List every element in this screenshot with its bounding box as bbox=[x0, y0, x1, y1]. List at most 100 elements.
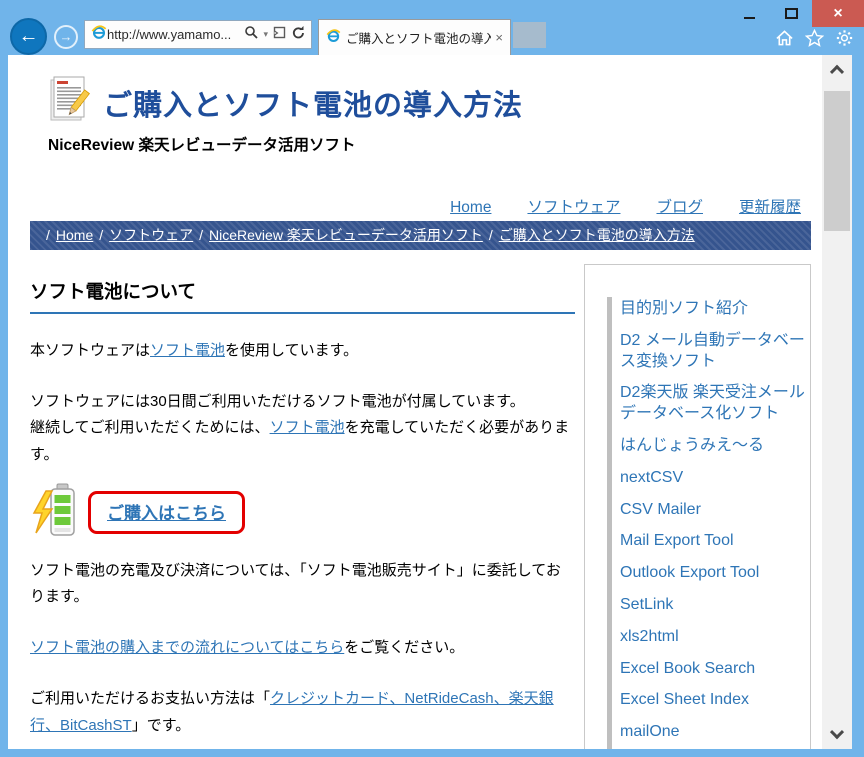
page-title: ご購入とソフト電池の導入方法 bbox=[103, 82, 523, 124]
nav-link[interactable]: 更新履歴 bbox=[739, 199, 801, 216]
refresh-icon[interactable] bbox=[291, 25, 306, 45]
paragraph-flow: ソフト電池の購入までの流れについてはこちらをご覧ください。 bbox=[30, 635, 575, 662]
minimize-icon bbox=[744, 17, 755, 19]
main-content: ソフト電池について 本ソフトウェアはソフト電池を使用しています。 ソフトウェアに… bbox=[30, 264, 575, 749]
sidebar-link[interactable]: 目的別ソフト紹介 bbox=[620, 300, 748, 317]
soft-battery-link[interactable]: ソフト電池 bbox=[150, 342, 225, 359]
breadcrumb-link[interactable]: Home bbox=[56, 227, 93, 243]
page-scrollbar[interactable] bbox=[822, 55, 852, 749]
sidebar-link[interactable]: mailOne bbox=[620, 723, 680, 740]
forward-arrow-icon: → bbox=[60, 29, 73, 44]
text: 」です。 bbox=[132, 717, 191, 734]
sidebar-item: Outlook Export Tool bbox=[620, 563, 810, 584]
sidebar-item: Mail Export Tool bbox=[620, 531, 810, 552]
maximize-button[interactable] bbox=[770, 0, 812, 27]
site-header: ご購入とソフト電池の導入方法 NiceReview 楽天レビューデータ活用ソフト bbox=[30, 55, 811, 155]
breadcrumb-item: / Home bbox=[40, 227, 93, 243]
ie-icon bbox=[91, 24, 107, 45]
text: 本ソフトウェアは bbox=[30, 342, 150, 359]
sidebar-link-list: 目的別ソフト紹介 D2 メール自動データベース変換ソフト D2楽天版 楽天受注メール… bbox=[607, 297, 810, 749]
sidebar-link[interactable]: D2楽天版 楽天受注メールデータベース化ソフト bbox=[620, 384, 805, 422]
page-subtitle: NiceReview 楽天レビューデータ活用ソフト bbox=[48, 133, 811, 155]
soft-battery-link[interactable]: ソフト電池 bbox=[270, 419, 345, 436]
forward-button[interactable]: → bbox=[54, 25, 78, 49]
sidebar-link[interactable]: D2 メール自動データベース変換ソフト bbox=[620, 332, 805, 370]
text: をご覧ください。 bbox=[344, 639, 464, 656]
nav-link[interactable]: ブログ bbox=[656, 199, 703, 216]
breadcrumb-separator: / bbox=[46, 227, 50, 243]
ie-icon bbox=[326, 28, 341, 48]
sidebar-item: Excel Book Search bbox=[620, 659, 810, 680]
purchase-link[interactable]: ご購入はこちら bbox=[107, 504, 226, 523]
address-bar[interactable]: http://www.yamamo... ▾ bbox=[84, 20, 312, 49]
close-button[interactable]: × bbox=[812, 0, 864, 27]
paragraph-uses-battery: 本ソフトウェアはソフト電池を使用しています。 bbox=[30, 338, 575, 365]
tab-close-icon[interactable]: × bbox=[495, 30, 503, 45]
text: 継続してご利用いただくためには、 bbox=[30, 419, 270, 436]
window-controls: × bbox=[728, 0, 864, 27]
browser-toolbar bbox=[775, 29, 854, 47]
new-tab-button[interactable] bbox=[513, 22, 546, 48]
sidebar-item: D2楽天版 楽天受注メールデータベース化ソフト bbox=[620, 383, 810, 425]
breadcrumb-item: / ソフトウェア bbox=[93, 227, 193, 243]
back-arrow-icon: ← bbox=[19, 25, 39, 47]
sidebar-item: D2 メール自動データベース変換ソフト bbox=[620, 331, 810, 373]
breadcrumb-separator: / bbox=[489, 227, 493, 243]
battery-charge-icon bbox=[30, 481, 82, 544]
breadcrumb-separator: / bbox=[199, 227, 203, 243]
url-text[interactable]: http://www.yamamo... bbox=[107, 27, 244, 42]
sidebar-link[interactable]: Outlook Export Tool bbox=[620, 564, 759, 581]
scroll-down-button[interactable] bbox=[822, 723, 852, 747]
purchase-flow-link[interactable]: ソフト電池の購入までの流れについてはこちら bbox=[30, 639, 344, 656]
purchase-row: ご購入はこちら bbox=[30, 481, 575, 544]
maximize-icon bbox=[785, 8, 798, 19]
paragraph-payment: ご利用いただけるお支払い方法は「クレジットカード、NetRideCash、楽天銀… bbox=[30, 686, 575, 739]
text: ソフトウェアには30日間ご利用いただけるソフト電池が付属しています。 bbox=[30, 393, 525, 410]
sidebar-link[interactable]: SetLink bbox=[620, 596, 673, 613]
text: ご利用いただけるお支払い方法は「 bbox=[30, 690, 270, 707]
back-button[interactable]: ← bbox=[10, 18, 47, 55]
sidebar-link[interactable]: xls2html bbox=[620, 628, 679, 645]
text: を使用しています。 bbox=[225, 342, 358, 359]
home-icon[interactable] bbox=[775, 29, 794, 47]
sidebar-link[interactable]: Excel Book Search bbox=[620, 660, 755, 677]
sidebar-item: mailOne bbox=[620, 722, 810, 743]
sidebar-item: 目的別ソフト紹介 bbox=[620, 299, 810, 320]
minimize-button[interactable] bbox=[728, 0, 770, 27]
breadcrumb-link[interactable]: ご購入とソフト電池の導入方法 bbox=[499, 227, 695, 243]
settings-gear-icon[interactable] bbox=[835, 29, 854, 47]
section-heading-about: ソフト電池について bbox=[30, 278, 575, 314]
breadcrumb-item: / ご購入とソフト電池の導入方法 bbox=[483, 227, 695, 243]
sidebar-item: はんじょうみえ～る bbox=[620, 436, 810, 457]
favorites-star-icon[interactable] bbox=[805, 29, 824, 47]
close-icon: × bbox=[833, 5, 842, 23]
scroll-up-button[interactable] bbox=[822, 57, 852, 81]
chevron-down-icon[interactable]: ▾ bbox=[263, 29, 268, 40]
top-navigation: Home ソフトウェア ブログ 更新履歴 bbox=[30, 195, 811, 217]
sidebar-link[interactable]: Excel Sheet Index bbox=[620, 691, 749, 708]
breadcrumb-separator: / bbox=[99, 227, 103, 243]
compatibility-view-icon[interactable] bbox=[273, 26, 286, 44]
chevron-down-icon bbox=[830, 725, 844, 739]
tab-title: ご購入とソフト電池の導入方... bbox=[346, 28, 491, 47]
browser-tab[interactable]: ご購入とソフト電池の導入方... × bbox=[318, 19, 511, 55]
purchase-highlight-box: ご購入はこちら bbox=[88, 491, 245, 534]
search-icon[interactable] bbox=[244, 25, 258, 44]
nav-link[interactable]: ソフトウェア bbox=[527, 199, 620, 216]
sidebar-link[interactable]: はんじょうみえ～る bbox=[620, 437, 764, 454]
breadcrumb-item: / NiceReview 楽天レビューデータ活用ソフト bbox=[193, 227, 483, 243]
site-logo-icon bbox=[48, 75, 92, 130]
sidebar-item: nextCSV bbox=[620, 468, 810, 489]
nav-link[interactable]: Home bbox=[450, 199, 491, 216]
sidebar: 目的別ソフト紹介 D2 メール自動データベース変換ソフト D2楽天版 楽天受注メール… bbox=[584, 264, 811, 749]
sidebar-item: SetLink bbox=[620, 595, 810, 616]
paragraph-trial: ソフトウェアには30日間ご利用いただけるソフト電池が付属しています。継続してご利… bbox=[30, 389, 575, 469]
breadcrumb: / Home / ソフトウェア / NiceReview 楽天レビューデータ活用ソフト / ご… bbox=[30, 221, 811, 250]
breadcrumb-link[interactable]: ソフトウェア bbox=[109, 227, 193, 243]
browser-window: ← → http://www.yamamo... ▾ ご購入とソフト電池の導入方… bbox=[0, 0, 864, 757]
scrollbar-thumb[interactable] bbox=[824, 91, 850, 231]
sidebar-link[interactable]: CSV Mailer bbox=[620, 501, 701, 518]
breadcrumb-link[interactable]: NiceReview 楽天レビューデータ活用ソフト bbox=[209, 227, 483, 243]
sidebar-link[interactable]: Mail Export Tool bbox=[620, 532, 734, 549]
sidebar-link[interactable]: nextCSV bbox=[620, 469, 683, 486]
